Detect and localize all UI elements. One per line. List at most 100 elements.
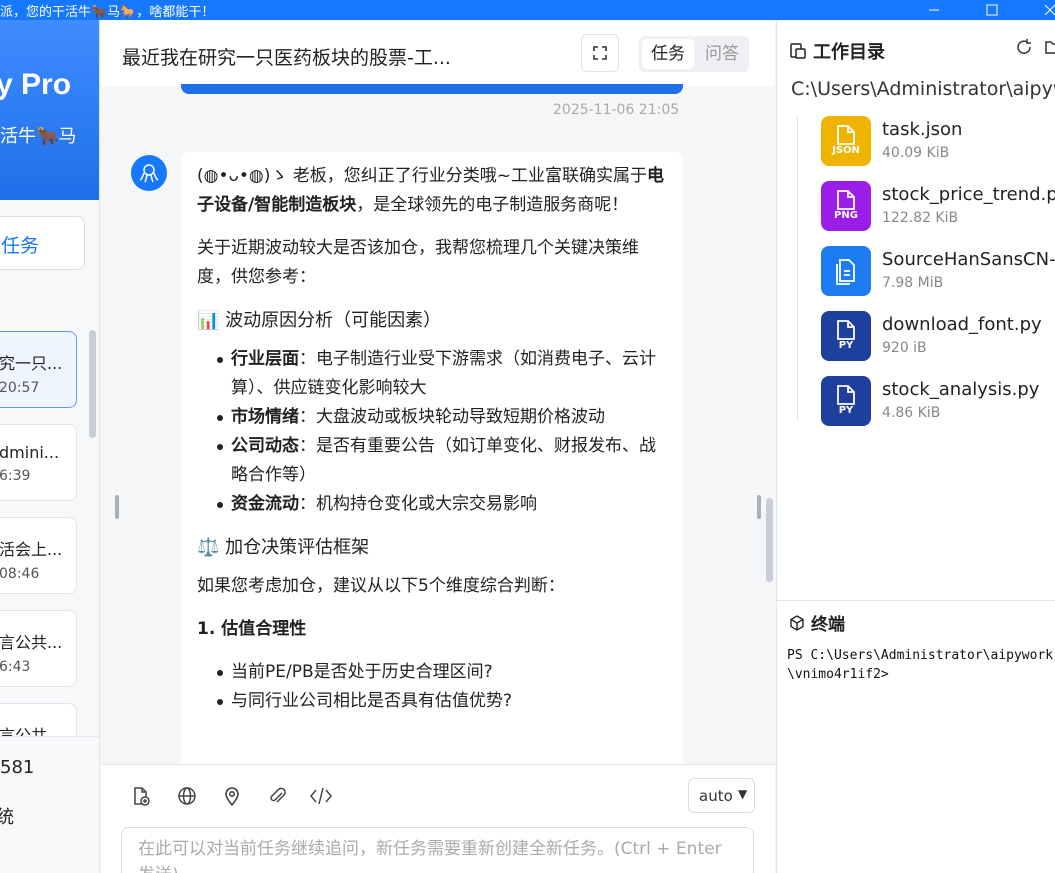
file-name: stock_analysis.py: [882, 379, 1040, 400]
file-item[interactable]: PY download_font.py 920 iB: [821, 309, 1055, 365]
document-file-icon: [821, 246, 871, 296]
minimize-icon: [929, 9, 939, 11]
file-name: stock_price_trend.png: [882, 184, 1055, 205]
history-time: 08:46: [0, 566, 40, 582]
web-search-button[interactable]: [174, 783, 200, 809]
file-name: download_font.py: [882, 314, 1042, 335]
sidebar: y Pro 活牛🐂马 任务 究一只... 20:57 dmini... 6:39…: [0, 20, 100, 873]
file-badge: JSON: [832, 145, 860, 156]
window-title: 派，您的干活牛🐂马🐎，啥都能干！: [0, 5, 215, 20]
workspace-panel: 工作目录 C:\Users\Administrator\aipyw JSON t…: [776, 20, 1055, 873]
workspace-title: 工作目录: [813, 42, 885, 63]
message-input[interactable]: 在此可以对当前任务继续追问，新任务需要重新创建全新任务。(Ctrl + Ente…: [121, 827, 754, 873]
list-item: 当前PE/PB是否处于历史合理区间?: [215, 658, 667, 687]
file-badge: PNG: [834, 210, 858, 221]
message-paragraph: 关于近期波动较大是否该加仓，我帮您梳理几个关键决策维度，供您参考：: [197, 238, 639, 287]
python-file-icon: PY: [821, 311, 871, 361]
list-item: 公司动态：是否有重要公告（如订单变化、财报发布、战略合作等）: [215, 432, 667, 490]
sidebar-footer-link[interactable]: 统: [0, 803, 14, 829]
folder-icon: [1045, 41, 1055, 54]
message-timestamp: 2025-11-06 21:05: [553, 102, 680, 118]
history-time: 6:43: [0, 659, 31, 675]
list-item: 市场情绪：大盘波动或板块轮动导致短期价格波动: [215, 403, 667, 432]
file-size: 7.98 MiB: [882, 275, 944, 291]
paperclip-icon: [270, 787, 286, 803]
text-span: ：机构持仓变化或大宗交易影响: [299, 494, 537, 514]
file-name: task.json: [882, 119, 963, 140]
sidebar-scrollbar[interactable]: [89, 330, 96, 438]
folder-file-icon: [790, 43, 806, 59]
tree-guide: [797, 116, 798, 421]
python-file-icon: PY: [821, 376, 871, 426]
history-time: 20:57: [0, 380, 40, 396]
file-item[interactable]: PY stock_analysis.py 4.86 KiB: [821, 374, 1055, 430]
history-item[interactable]: 言公共... 6:43: [0, 610, 77, 687]
json-file-icon: JSON: [821, 116, 871, 166]
close-button[interactable]: [1020, 0, 1055, 20]
list-item: 资金流动：机构持仓变化或大宗交易影响: [215, 490, 667, 519]
chat-scrollbar[interactable]: [766, 498, 773, 582]
history-title: dmini...: [0, 443, 60, 462]
file-item[interactable]: SourceHanSansCN-... 7.98 MiB: [821, 244, 1055, 300]
file-size: 920 iB: [882, 340, 927, 356]
png-file-icon: PNG: [821, 181, 871, 231]
subsection-heading: 1. 估值合理性: [197, 619, 307, 639]
terminal-output[interactable]: PS C:\Users\Administrator\aipywork\vnimo…: [787, 646, 1055, 684]
text-span: (◍•ᴗ•◍)ゝ 老板，您纠正了行业分类哦~工业富联确实属于: [197, 166, 648, 186]
divider: [777, 600, 1055, 601]
expand-icon: [593, 46, 607, 60]
section-heading: 📊 波动原因分析（可能因素）: [197, 310, 442, 331]
cube-icon: [790, 614, 804, 631]
file-badge: PY: [838, 405, 854, 416]
fullscreen-button[interactable]: [581, 34, 619, 72]
bold-span: 市场情绪: [231, 407, 299, 427]
file-badge: PY: [838, 340, 854, 351]
file-size: 4.86 KiB: [882, 405, 941, 421]
history-title: 言公共...: [0, 633, 63, 652]
model-select[interactable]: auto ▼: [688, 778, 755, 813]
list-item: 与同行业公司相比是否具有估值优势?: [215, 687, 667, 716]
message-paragraph: 如果您考虑加仓，建议从以下5个维度综合判断：: [197, 576, 565, 596]
refresh-icon: [1017, 39, 1031, 54]
minimize-button[interactable]: [904, 0, 964, 20]
octopus-icon: [139, 164, 159, 183]
brand-name: y Pro: [0, 68, 72, 101]
message-paragraph: (◍•ᴗ•◍)ゝ 老板，您纠正了行业分类哦~工业富联确实属于电子设备/智能制造板…: [197, 162, 667, 220]
attach-file-button[interactable]: [128, 783, 154, 809]
open-folder-button[interactable]: [1045, 38, 1055, 60]
bold-span: 公司动态: [231, 436, 299, 456]
resize-handle-right[interactable]: [757, 495, 761, 519]
refresh-button[interactable]: [1015, 38, 1033, 60]
code-button[interactable]: [308, 783, 334, 809]
tab-qa[interactable]: 问答: [698, 39, 746, 69]
text-span: ，是全球领先的电子制造服务商呢！: [356, 195, 629, 215]
bold-span: 资金流动: [231, 494, 299, 514]
history-item[interactable]: 活会上... 08:46: [0, 517, 77, 594]
resize-handle-left[interactable]: [115, 495, 119, 519]
history-item[interactable]: dmini... 6:39: [0, 424, 77, 501]
new-task-button[interactable]: 任务: [0, 216, 85, 270]
file-add-icon: [134, 787, 150, 806]
file-name: SourceHanSansCN-...: [882, 249, 1055, 270]
history-item[interactable]: 究一只... 20:57: [0, 331, 77, 408]
terminal-header: 终端: [789, 610, 845, 635]
maximize-button[interactable]: [962, 0, 1022, 20]
globe-icon: [178, 787, 196, 805]
file-item[interactable]: JSON task.json 40.09 KiB: [821, 114, 1055, 170]
location-button[interactable]: [219, 783, 245, 809]
model-select-value: auto: [699, 787, 733, 805]
sidebar-footer: 581 统: [0, 736, 99, 873]
workspace-path: C:\Users\Administrator\aipyw: [791, 78, 1055, 100]
composer: auto ▼ 在此可以对当前任务继续追问，新任务需要重新创建全新任务。(Ctrl…: [101, 764, 775, 873]
chat-panel: 最近我在研究一只医药板块的股票-工... 任务 问答 2025-11-06 21…: [101, 20, 775, 873]
chat-header: 最近我在研究一只医药板块的股票-工... 任务 问答: [101, 20, 775, 86]
tab-task[interactable]: 任务: [642, 39, 694, 69]
file-item[interactable]: PNG stock_price_trend.png 122.82 KiB: [821, 179, 1055, 235]
text-span: ：大盘波动或板块轮动导致短期价格波动: [299, 407, 605, 427]
bullet-list: 当前PE/PB是否处于历史合理区间? 与同行业公司相比是否具有估值优势?: [197, 658, 667, 716]
file-size: 40.09 KiB: [882, 145, 950, 161]
list-item: 行业层面：电子制造行业受下游需求（如消费电子、云计算）、供应链变化影响较大: [215, 345, 667, 403]
history-time: 6:39: [0, 468, 31, 484]
terminal-title: 终端: [811, 615, 845, 635]
attachment-button[interactable]: [264, 783, 290, 809]
